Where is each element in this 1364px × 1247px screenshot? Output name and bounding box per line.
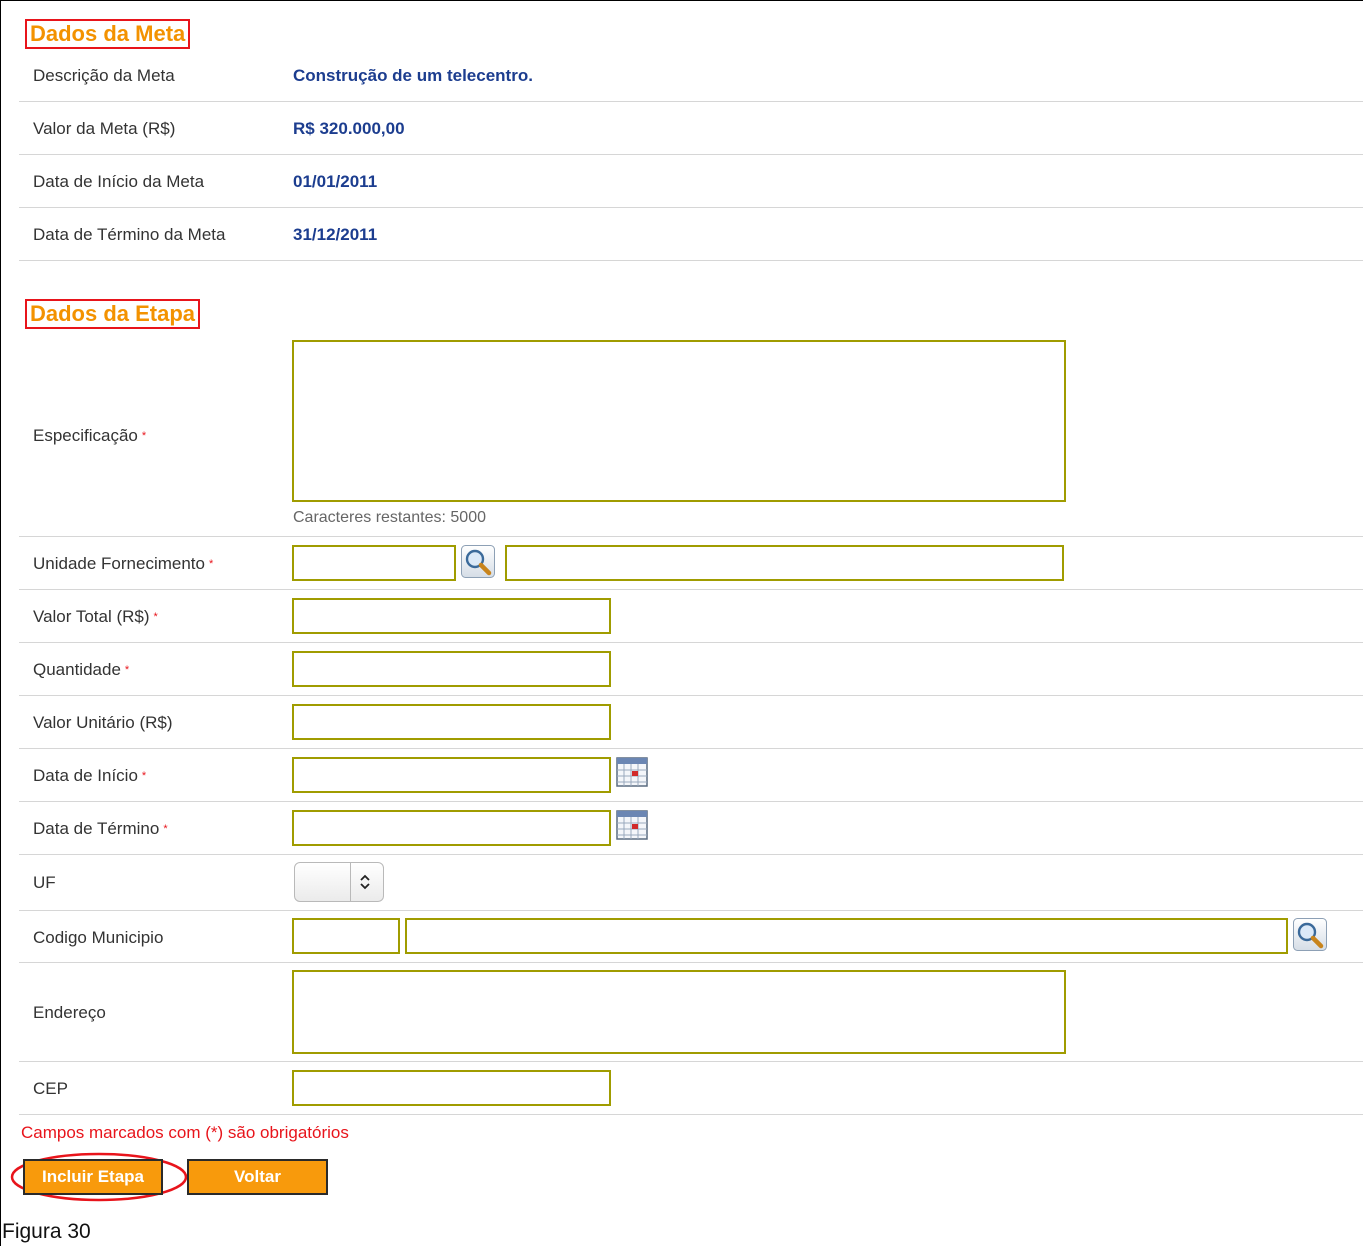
select-arrows-icon bbox=[360, 874, 370, 890]
meta-start-date-label: Data de Início da Meta bbox=[33, 172, 205, 191]
unidade-fornecimento-label-text: Unidade Fornecimento bbox=[33, 554, 205, 573]
figure-caption: Figura 30 bbox=[2, 1220, 91, 1243]
required-marker: * bbox=[163, 823, 168, 835]
incluir-etapa-button[interactable]: Incluir Etapa bbox=[23, 1159, 163, 1195]
page-frame bbox=[0, 0, 1363, 1246]
row-divider bbox=[19, 260, 1363, 261]
unidade-fornecimento-code-input[interactable] bbox=[292, 545, 456, 581]
data-inicio-input[interactable] bbox=[292, 757, 611, 793]
meta-description-label: Descrição da Meta bbox=[33, 66, 175, 85]
row-divider bbox=[19, 101, 1363, 102]
required-marker: * bbox=[153, 611, 158, 623]
data-inicio-calendar-button[interactable] bbox=[616, 757, 648, 787]
row-divider bbox=[19, 748, 1363, 749]
magnifier-icon bbox=[461, 545, 495, 578]
codigo-municipio-label: Codigo Municipio bbox=[33, 928, 164, 947]
unidade-fornecimento-label: Unidade Fornecimento * bbox=[33, 554, 213, 574]
endereco-label: Endereço bbox=[33, 1003, 106, 1022]
row-divider bbox=[19, 536, 1363, 537]
row-divider bbox=[19, 695, 1363, 696]
characters-remaining: Caracteres restantes: 5000 bbox=[293, 509, 486, 526]
especificacao-textarea[interactable] bbox=[292, 340, 1066, 502]
meta-value-label: Valor da Meta (R$) bbox=[33, 119, 176, 138]
required-marker: * bbox=[141, 430, 147, 442]
endereco-textarea[interactable] bbox=[292, 970, 1066, 1054]
cep-input[interactable] bbox=[292, 1070, 611, 1106]
required-marker: * bbox=[208, 558, 214, 570]
uf-label: UF bbox=[33, 873, 56, 892]
municipio-search-button[interactable] bbox=[1293, 918, 1327, 951]
row-divider bbox=[19, 589, 1363, 590]
data-termino-label-text: Data de Término bbox=[33, 819, 160, 838]
valor-unitario-input[interactable] bbox=[292, 704, 611, 740]
row-divider bbox=[19, 1114, 1363, 1115]
quantidade-input[interactable] bbox=[292, 651, 611, 687]
row-divider bbox=[19, 854, 1363, 855]
unidade-search-button[interactable] bbox=[461, 545, 495, 578]
codigo-municipio-name-input[interactable] bbox=[405, 918, 1288, 954]
valor-total-label: Valor Total (R$) * bbox=[33, 607, 158, 627]
calendar-icon bbox=[616, 757, 648, 787]
required-fields-notice: Campos marcados com (*) são obrigatórios bbox=[21, 1123, 349, 1142]
row-divider bbox=[19, 642, 1363, 643]
required-marker: * bbox=[124, 664, 130, 676]
row-divider bbox=[19, 962, 1363, 963]
data-inicio-label: Data de Início * bbox=[33, 766, 146, 786]
data-termino-input[interactable] bbox=[292, 810, 611, 846]
calendar-icon bbox=[616, 810, 648, 840]
data-termino-calendar-button[interactable] bbox=[616, 810, 648, 840]
etapa-section-title: Dados da Etapa bbox=[25, 299, 201, 329]
row-divider bbox=[19, 1061, 1363, 1062]
meta-end-date-label: Data de Término da Meta bbox=[33, 225, 226, 244]
unidade-fornecimento-description-input[interactable] bbox=[505, 545, 1064, 581]
especificacao-label: Especificação * bbox=[33, 426, 146, 446]
meta-description-value: Construção de um telecentro. bbox=[293, 66, 533, 85]
meta-start-date-value: 01/01/2011 bbox=[293, 172, 378, 191]
especificacao-label-text: Especificação bbox=[33, 426, 138, 445]
valor-total-label-text: Valor Total (R$) bbox=[33, 607, 150, 626]
row-divider bbox=[19, 154, 1363, 155]
voltar-button[interactable]: Voltar bbox=[187, 1159, 328, 1195]
row-divider bbox=[19, 801, 1363, 802]
meta-section-title: Dados da Meta bbox=[25, 19, 191, 49]
quantidade-label: Quantidade * bbox=[33, 660, 129, 680]
row-divider bbox=[19, 910, 1363, 911]
data-termino-label: Data de Término * bbox=[33, 819, 168, 839]
select-divider bbox=[350, 863, 351, 901]
row-divider bbox=[19, 207, 1363, 208]
magnifier-icon bbox=[1293, 918, 1327, 951]
quantidade-label-text: Quantidade bbox=[33, 660, 121, 679]
uf-select[interactable] bbox=[294, 862, 384, 902]
cep-label: CEP bbox=[33, 1079, 68, 1098]
valor-total-input[interactable] bbox=[292, 598, 611, 634]
codigo-municipio-code-input[interactable] bbox=[292, 918, 400, 954]
meta-value-value: R$ 320.000,00 bbox=[293, 119, 405, 138]
valor-unitario-label: Valor Unitário (R$) bbox=[33, 713, 173, 732]
meta-end-date-value: 31/12/2011 bbox=[293, 225, 378, 244]
data-inicio-label-text: Data de Início bbox=[33, 766, 138, 785]
required-marker: * bbox=[141, 770, 147, 782]
